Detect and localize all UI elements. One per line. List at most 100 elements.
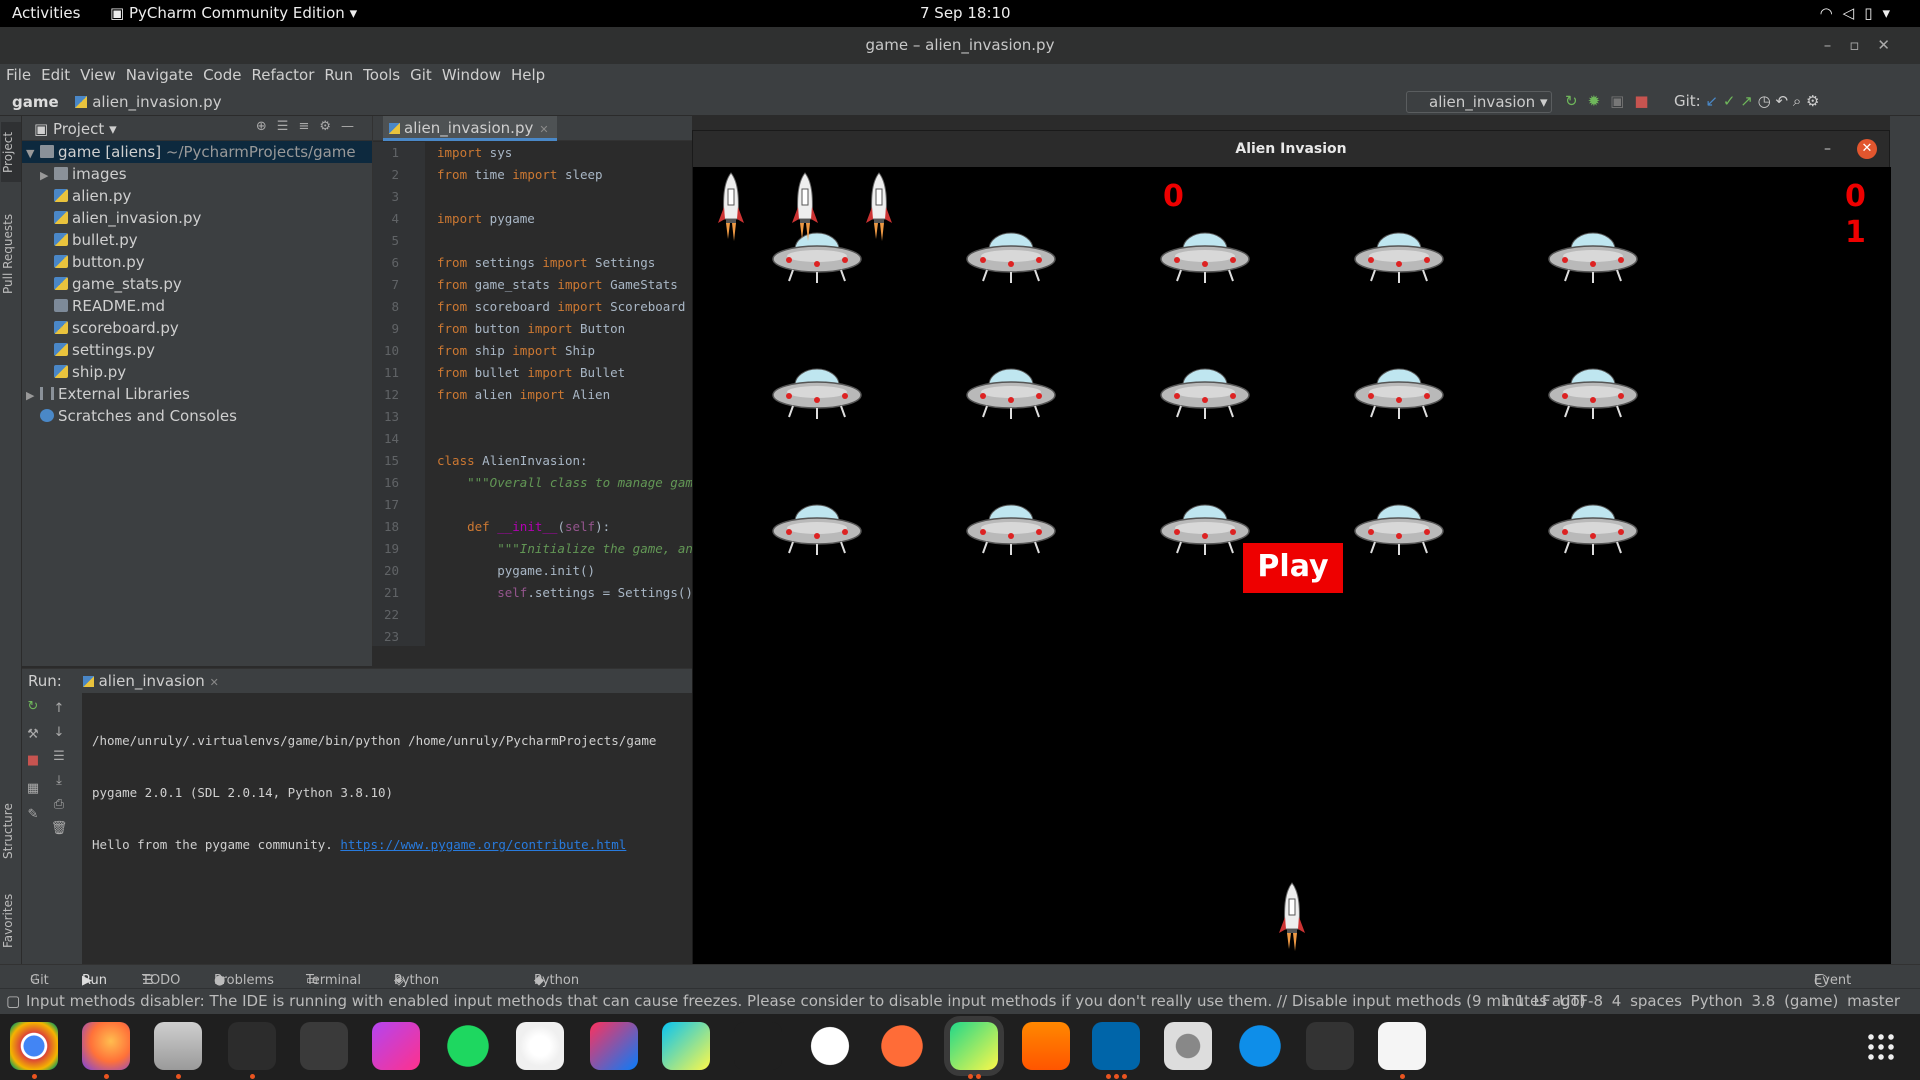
tree-item-file[interactable]: bullet.py [22, 229, 372, 251]
music-icon[interactable] [516, 1022, 564, 1070]
search-icon[interactable]: ⌕ [1793, 92, 1801, 110]
menu-refactor[interactable]: Refactor [245, 64, 318, 84]
history-icon[interactable]: ◷ [1758, 92, 1771, 110]
teamviewer-icon[interactable] [1236, 1022, 1284, 1070]
push-icon[interactable]: ↗ [1740, 92, 1753, 110]
menu-git[interactable]: Git [404, 64, 436, 84]
hyper-icon[interactable] [734, 1022, 782, 1070]
layout-icon[interactable]: ▦ [24, 781, 42, 796]
menu-tools[interactable]: Tools [357, 64, 404, 84]
collapse-all-icon[interactable]: ≡ [298, 119, 319, 134]
hide-icon[interactable]: — [341, 119, 364, 134]
update-icon[interactable]: ↙ [1706, 92, 1719, 110]
tree-item-scratches[interactable]: Scratches and Consoles [22, 405, 372, 427]
menu-navigate[interactable]: Navigate [120, 64, 197, 84]
pycharm-icon[interactable] [944, 1016, 1004, 1076]
chrome-icon[interactable] [10, 1022, 58, 1070]
tree-item-external-libraries[interactable]: ▶ External Libraries [22, 383, 372, 405]
firefox-icon[interactable] [82, 1022, 130, 1070]
settings-icon[interactable] [1164, 1022, 1212, 1070]
vscode-icon[interactable] [1092, 1022, 1140, 1070]
console-output[interactable]: /home/unruly/.virtualenvs/game/bin/pytho… [92, 700, 692, 886]
menu-help[interactable]: Help [505, 64, 549, 84]
coverage-icon[interactable]: ▣ [1610, 92, 1634, 110]
run-tab[interactable]: alien_invasion ✕ [82, 672, 219, 690]
postman-icon[interactable] [878, 1022, 926, 1070]
pygame-contribute-link[interactable]: https://www.pygame.org/contribute.html [340, 837, 626, 852]
chevron-down-icon[interactable]: ▾ [109, 120, 117, 138]
debug-icon[interactable]: ✹ [1588, 92, 1611, 110]
chevron-right-icon[interactable]: ▶ [26, 385, 40, 407]
gear-icon[interactable]: ⚙ [319, 119, 341, 134]
text-editor-icon[interactable] [1378, 1022, 1426, 1070]
webstorm-icon[interactable] [662, 1022, 710, 1070]
files-icon[interactable] [154, 1022, 202, 1070]
chevron-down-icon[interactable]: ▼ [26, 143, 40, 165]
tree-root[interactable]: ▼ game [aliens] ~/PycharmProjects/game [22, 141, 372, 163]
intellij-icon[interactable] [590, 1022, 638, 1070]
menu-window[interactable]: Window [436, 64, 505, 84]
menu-file[interactable]: File [0, 64, 35, 84]
terminal-icon[interactable] [228, 1022, 276, 1070]
window-controls[interactable]: –▫✕ [1824, 27, 1908, 64]
tab-pull-requests[interactable]: Pull Requests [1, 206, 21, 302]
locate-icon[interactable]: ⊕ [256, 119, 277, 134]
code-area[interactable]: import sys from time import sleep import … [437, 142, 693, 646]
minimize-icon[interactable]: – [1824, 131, 1831, 167]
play-button[interactable]: Play [1243, 543, 1343, 593]
system-tray[interactable]: ◠◁▯▾ [1820, 4, 1900, 22]
tree-item-file[interactable]: alien.py [22, 185, 372, 207]
rollback-icon[interactable]: ↶ [1775, 92, 1788, 110]
tree-item-images[interactable]: ▶ images [22, 163, 372, 185]
tree-item-file[interactable]: settings.py [22, 339, 372, 361]
stop-icon[interactable]: ■ [24, 753, 42, 768]
soft-wrap-icon[interactable]: ☰ [50, 749, 68, 764]
arrow-up-icon[interactable]: ↑ [50, 701, 68, 716]
phpstorm-icon[interactable] [372, 1022, 420, 1070]
scroll-to-end-icon[interactable]: ⤓ [50, 773, 68, 788]
tree-item-file[interactable]: alien_invasion.py [22, 207, 372, 229]
game-window[interactable]: Alien Invasion – ✕ 0 0 1 Play [692, 130, 1891, 965]
settings-icon[interactable]: ⚙ [1806, 92, 1819, 110]
activities-button[interactable]: Activities [12, 4, 80, 22]
status-message[interactable]: Input methods disabler: The IDE is runni… [26, 992, 1586, 1010]
httrack-icon[interactable] [1306, 1022, 1354, 1070]
menu-run[interactable]: Run [318, 64, 357, 84]
rerun-icon[interactable]: ↻ [24, 699, 42, 714]
close-icon[interactable]: ✕ [539, 123, 548, 136]
tab-project[interactable]: Project [1, 122, 21, 182]
tree-item-file[interactable]: game_stats.py [22, 273, 372, 295]
editor-tab[interactable]: alien_invasion.py ✕ [383, 116, 557, 141]
menu-code[interactable]: Code [197, 64, 245, 84]
spotify-icon[interactable] [444, 1022, 492, 1070]
menu-view[interactable]: View [74, 64, 120, 84]
status-warning-icon[interactable]: ▢ [6, 992, 20, 1010]
close-icon[interactable]: ✕ [210, 676, 219, 689]
slack-icon[interactable] [806, 1022, 854, 1070]
wrench-icon[interactable]: ⚒ [24, 727, 42, 742]
game-canvas[interactable]: 0 0 1 Play [693, 167, 1891, 965]
rerun-icon[interactable]: ↻ [1565, 92, 1588, 110]
status-indicators[interactable]: 1:1 LF UTF-8 4 spaces Python 3.8 (game) … [1501, 992, 1900, 1010]
app-menu[interactable]: ▣ PyCharm Community Edition ▾ [110, 4, 357, 22]
expand-all-icon[interactable]: ☰ [277, 119, 299, 134]
project-view-select[interactable]: Project [53, 120, 104, 138]
clock[interactable]: 7 Sep 18:10 [920, 4, 1011, 22]
tab-favorites[interactable]: Favorites [1, 886, 21, 956]
pin-icon[interactable]: ✎ [24, 807, 42, 822]
trash-icon[interactable]: 🗑 [50, 821, 68, 836]
tab-structure[interactable]: Structure [1, 796, 21, 866]
close-icon[interactable]: ✕ [1857, 139, 1877, 159]
tree-item-file[interactable]: README.md [22, 295, 372, 317]
commit-icon[interactable]: ✓ [1723, 92, 1736, 110]
vlc-icon[interactable] [1022, 1022, 1070, 1070]
breadcrumb-file[interactable]: alien_invasion.py [92, 93, 221, 111]
breadcrumb-project[interactable]: game [12, 93, 59, 111]
tree-item-file[interactable]: button.py [22, 251, 372, 273]
stop-icon[interactable]: ■ [1634, 92, 1658, 110]
tree-item-file[interactable]: scoreboard.py [22, 317, 372, 339]
show-applications-icon[interactable] [1866, 1032, 1896, 1062]
run-configuration-select[interactable]: alien_invasion ▾ [1406, 91, 1552, 113]
chevron-right-icon[interactable]: ▶ [40, 165, 54, 187]
print-icon[interactable]: ⎙ [50, 797, 68, 812]
